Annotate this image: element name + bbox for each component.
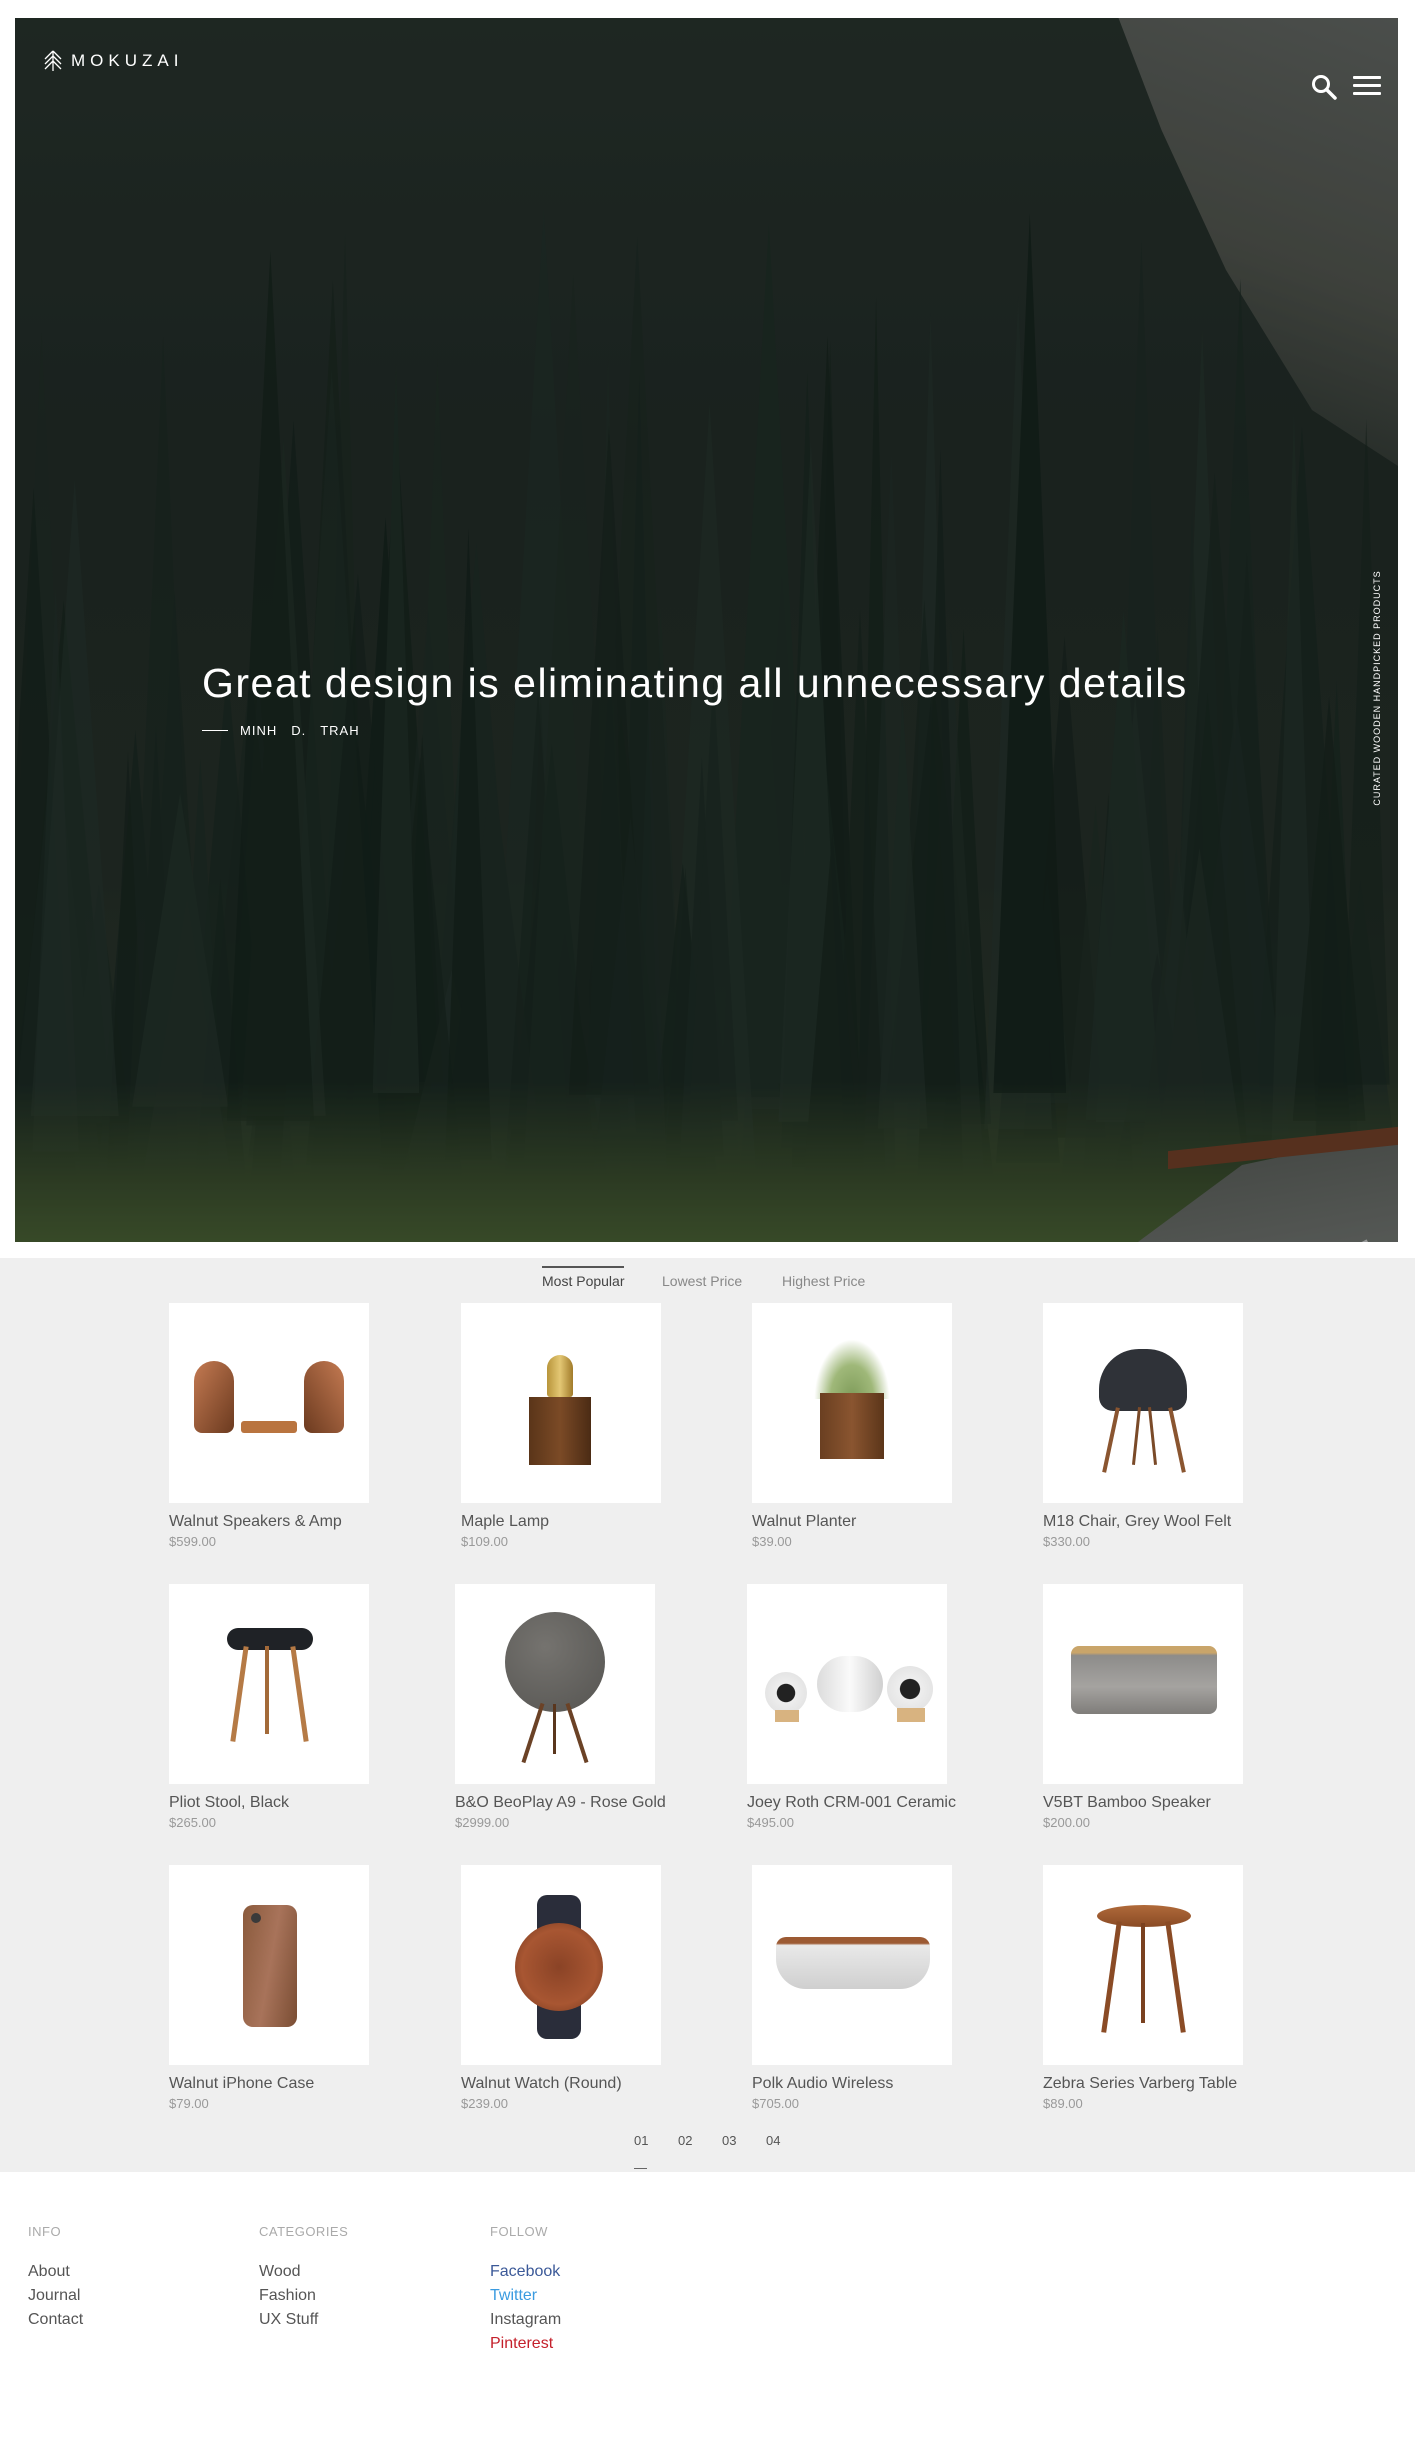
product-name[interactable]: Walnut Speakers & Amp xyxy=(169,1513,409,1531)
product-image[interactable] xyxy=(752,1865,952,2065)
footer: INFO About Journal Contact CATEGORIES Wo… xyxy=(0,2172,1415,2441)
product-name[interactable]: Polk Audio Wireless xyxy=(752,2075,992,2093)
footer-link-pinterest[interactable]: Pinterest xyxy=(490,2335,561,2353)
footer-link-twitter[interactable]: Twitter xyxy=(490,2287,561,2305)
author-word: MINH xyxy=(240,723,278,738)
page-link-03[interactable]: 03 xyxy=(722,2133,736,2148)
footer-heading-info: INFO xyxy=(28,2224,62,2239)
logo[interactable]: MOKUZAI xyxy=(43,50,183,72)
product-image[interactable] xyxy=(169,1584,369,1784)
footer-col-info: INFO About Journal Contact xyxy=(28,2224,83,2335)
product-price: $330.00 xyxy=(1043,1534,1090,1549)
product-image[interactable] xyxy=(461,1303,661,1503)
product-price: $705.00 xyxy=(752,2096,799,2111)
page-link-01[interactable]: 01 xyxy=(634,2133,648,2148)
product-card[interactable]: M18 Chair, Grey Wool Felt $330.00 xyxy=(1043,1303,1283,1549)
footer-link-journal[interactable]: Journal xyxy=(28,2287,83,2305)
footer-link-instagram[interactable]: Instagram xyxy=(490,2311,561,2329)
product-card[interactable]: Walnut Planter $39.00 xyxy=(752,1303,992,1549)
product-image[interactable] xyxy=(461,1865,661,2065)
product-image[interactable] xyxy=(752,1303,952,1503)
hero-side-caption: CURATED WOODEN HANDPICKED PRODUCTS xyxy=(1372,570,1382,806)
product-image[interactable] xyxy=(747,1584,947,1784)
product-price: $265.00 xyxy=(169,1815,216,1830)
hero-banner: MOKUZAI Great design is eliminating all … xyxy=(15,18,1398,1242)
product-image[interactable] xyxy=(1043,1584,1243,1784)
footer-link-ux-stuff[interactable]: UX Stuff xyxy=(259,2311,348,2329)
page: MOKUZAI Great design is eliminating all … xyxy=(0,0,1415,2441)
current-page-indicator xyxy=(634,2168,647,2169)
footer-col-follow: FOLLOW Facebook Twitter Instagram Pinter… xyxy=(490,2224,561,2359)
menu-button[interactable] xyxy=(1353,76,1381,98)
product-image[interactable] xyxy=(1043,1303,1243,1503)
menu-icon xyxy=(1353,76,1381,95)
product-price: $200.00 xyxy=(1043,1815,1090,1830)
footer-link-about[interactable]: About xyxy=(28,2263,83,2281)
product-image[interactable] xyxy=(1043,1865,1243,2065)
sort-tabs: Most Popular Lowest Price Highest Price xyxy=(0,1258,1415,1298)
hero-quote: Great design is eliminating all unnecess… xyxy=(202,660,1188,706)
product-name[interactable]: Maple Lamp xyxy=(461,1513,701,1531)
product-section: Most Popular Lowest Price Highest Price … xyxy=(0,1258,1415,2172)
product-card[interactable]: Walnut Watch (Round) $239.00 xyxy=(461,1865,701,2111)
author-word: TRAH xyxy=(320,723,360,738)
product-price: $239.00 xyxy=(461,2096,508,2111)
product-image[interactable] xyxy=(169,1303,369,1503)
product-name[interactable]: Walnut Planter xyxy=(752,1513,992,1531)
footer-link-wood[interactable]: Wood xyxy=(259,2263,348,2281)
page-link-02[interactable]: 02 xyxy=(678,2133,692,2148)
footer-heading-follow: FOLLOW xyxy=(490,2224,548,2239)
search-icon xyxy=(1312,75,1337,100)
product-name[interactable]: B&O BeoPlay A9 - Rose Gold xyxy=(455,1794,695,1812)
footer-link-contact[interactable]: Contact xyxy=(28,2311,83,2329)
search-button[interactable] xyxy=(1311,74,1337,100)
product-card[interactable]: Zebra Series Varberg Table $89.00 xyxy=(1043,1865,1283,2111)
footer-link-facebook[interactable]: Facebook xyxy=(490,2263,561,2281)
product-name[interactable]: V5BT Bamboo Speaker xyxy=(1043,1794,1283,1812)
product-price: $79.00 xyxy=(169,2096,209,2111)
product-card[interactable]: Walnut iPhone Case $79.00 xyxy=(169,1865,409,2111)
footer-link-fashion[interactable]: Fashion xyxy=(259,2287,348,2305)
product-name[interactable]: Walnut iPhone Case xyxy=(169,2075,409,2093)
page-link-04[interactable]: 04 xyxy=(766,2133,780,2148)
product-card[interactable]: Walnut Speakers & Amp $599.00 xyxy=(169,1303,409,1549)
tab-lowest-price[interactable]: Lowest Price xyxy=(662,1266,742,1289)
product-price: $2999.00 xyxy=(455,1815,510,1830)
product-card[interactable]: Pliot Stool, Black $265.00 xyxy=(169,1584,409,1830)
product-name[interactable]: Pliot Stool, Black xyxy=(169,1794,409,1812)
product-card[interactable]: B&O BeoPlay A9 - Rose Gold $2999.00 xyxy=(455,1584,695,1830)
product-name[interactable]: Walnut Watch (Round) xyxy=(461,2075,701,2093)
quote-author: MINH D. TRAH xyxy=(202,723,374,738)
product-price: $599.00 xyxy=(169,1534,216,1549)
product-name[interactable]: Zebra Series Varberg Table xyxy=(1043,2075,1283,2093)
logo-text: MOKUZAI xyxy=(71,51,184,70)
tab-highest-price[interactable]: Highest Price xyxy=(782,1266,865,1289)
product-price: $39.00 xyxy=(752,1534,792,1549)
product-card[interactable]: Maple Lamp $109.00 xyxy=(461,1303,701,1549)
product-image[interactable] xyxy=(455,1584,655,1784)
product-card[interactable]: V5BT Bamboo Speaker $200.00 xyxy=(1043,1584,1283,1830)
product-card[interactable]: Joey Roth CRM-001 Ceramic $495.00 xyxy=(747,1584,987,1830)
author-word: D. xyxy=(291,723,307,738)
product-image[interactable] xyxy=(169,1865,369,2065)
product-card[interactable]: Polk Audio Wireless $705.00 xyxy=(752,1865,992,2111)
product-name[interactable]: Joey Roth CRM-001 Ceramic xyxy=(747,1794,987,1812)
tab-most-popular[interactable]: Most Popular xyxy=(542,1266,625,1289)
product-name[interactable]: M18 Chair, Grey Wool Felt xyxy=(1043,1513,1283,1531)
author-dash xyxy=(202,730,228,731)
product-price: $495.00 xyxy=(747,1815,794,1830)
product-price: $89.00 xyxy=(1043,2096,1083,2111)
footer-heading-categories: CATEGORIES xyxy=(259,2224,349,2239)
product-price: $109.00 xyxy=(461,1534,508,1549)
logo-tree-icon xyxy=(44,50,62,71)
hero-overlay xyxy=(15,18,1398,1242)
footer-col-categories: CATEGORIES Wood Fashion UX Stuff xyxy=(259,2224,348,2335)
